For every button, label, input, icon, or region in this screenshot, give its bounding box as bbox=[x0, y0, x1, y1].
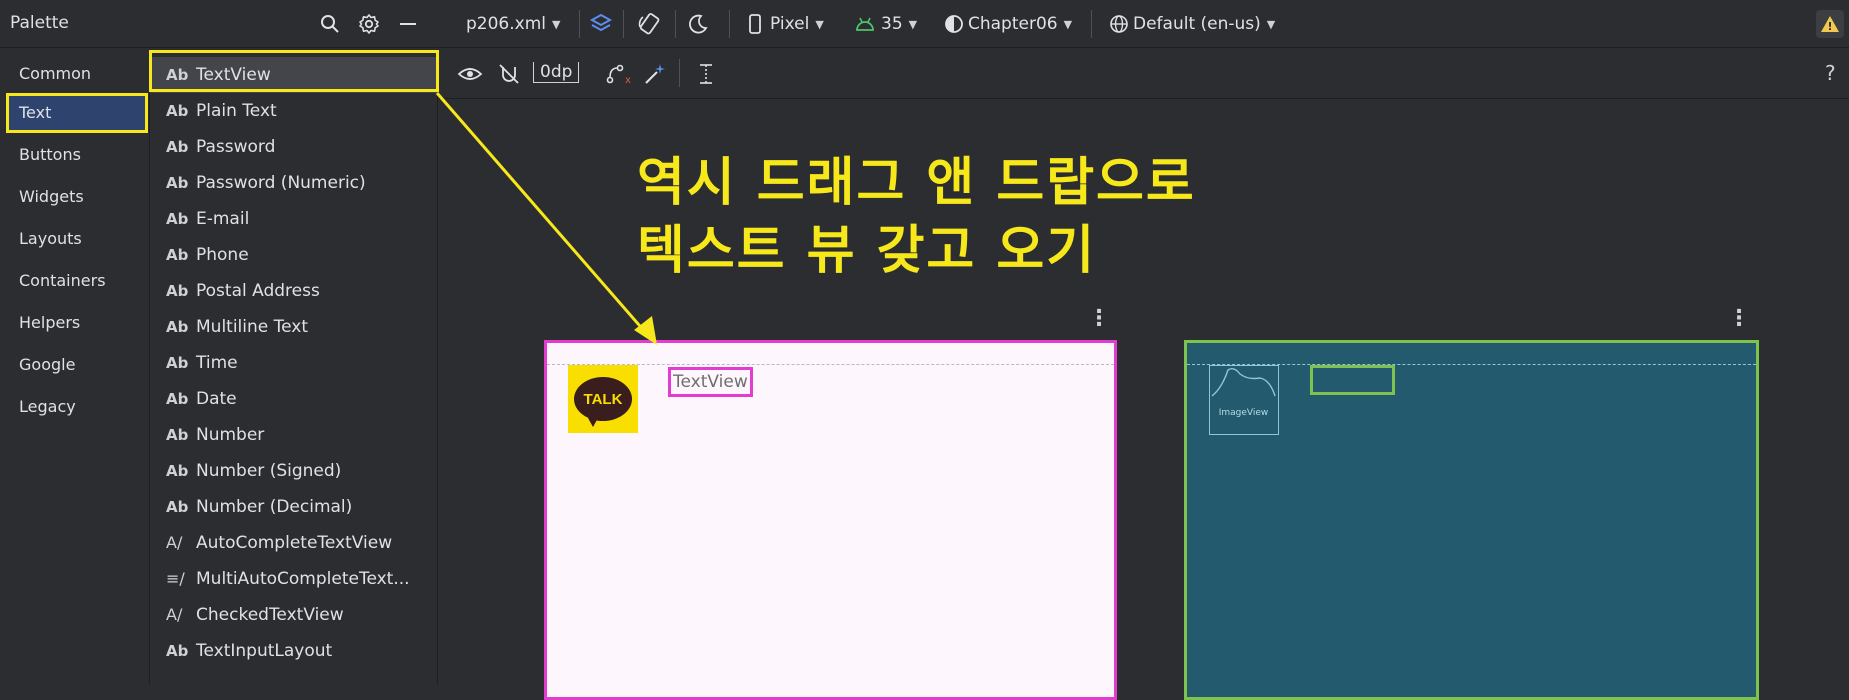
drag-arrow bbox=[435, 92, 657, 345]
